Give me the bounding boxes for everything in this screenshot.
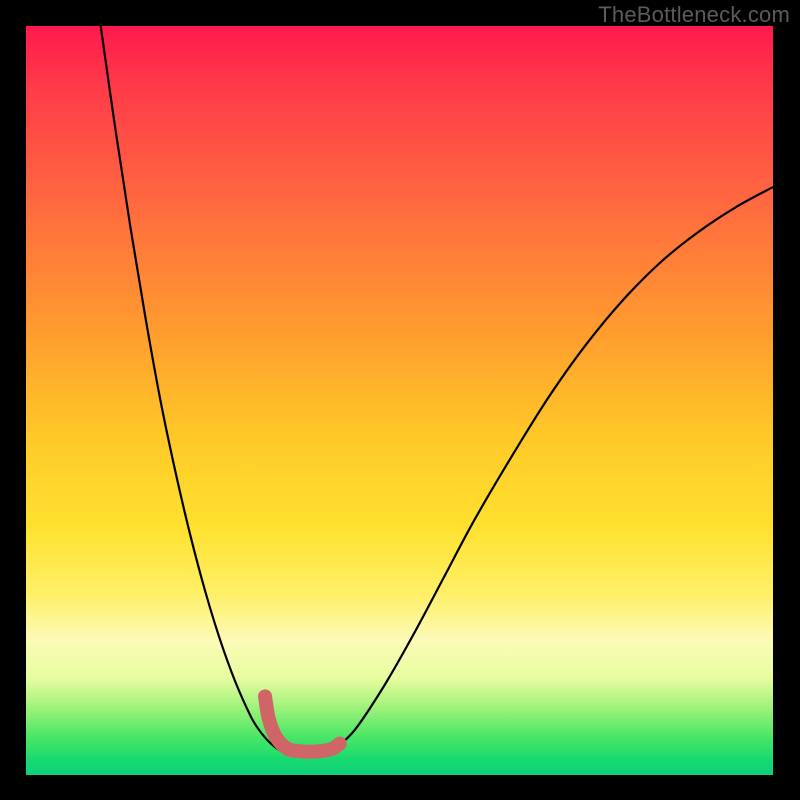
chart-frame: TheBottleneck.com [0, 0, 800, 800]
curve-right [332, 187, 773, 751]
chart-svg [26, 26, 773, 775]
curve-left [101, 26, 288, 753]
highlight-wiggle [265, 696, 340, 751]
chart-plot-area [26, 26, 773, 775]
watermark-text: TheBottleneck.com [598, 2, 790, 28]
